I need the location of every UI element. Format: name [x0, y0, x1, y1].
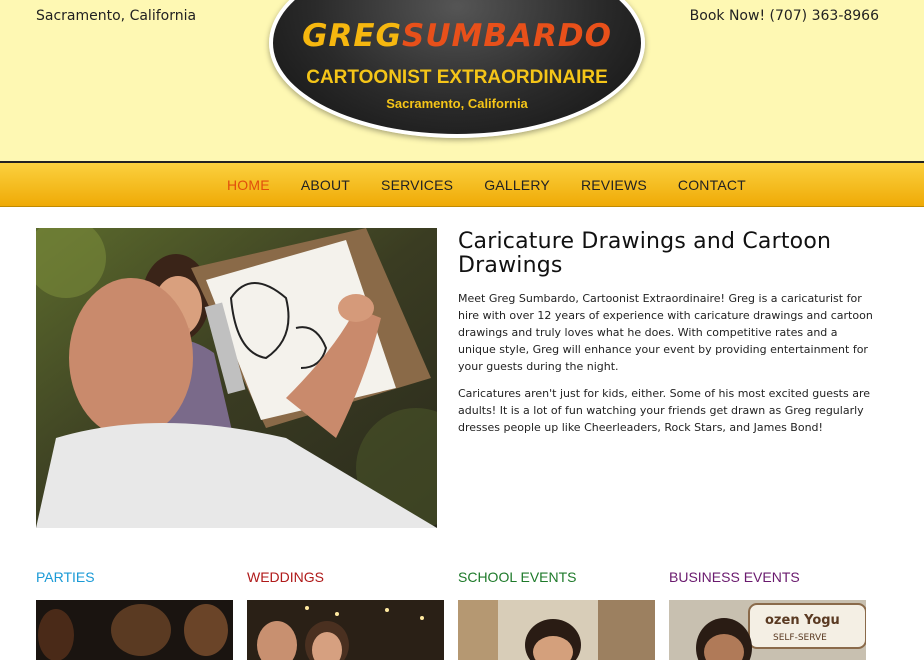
- nav-item-contact[interactable]: CONTACT: [678, 177, 746, 193]
- logo-tagline: CARTOONIST EXTRAORDINAIRE: [306, 67, 608, 88]
- booking-phone-link[interactable]: Book Now! (707) 363-8966: [690, 8, 879, 24]
- category-parties[interactable]: PARTIES: [36, 569, 233, 660]
- category-weddings[interactable]: WEDDINGS: [247, 569, 444, 660]
- sign-text-line2: SELF-SERVE: [773, 633, 827, 643]
- nav-item-gallery[interactable]: GALLERY: [484, 177, 550, 193]
- header-location: Sacramento, California: [36, 8, 197, 24]
- hero-photo: [36, 228, 437, 528]
- logo-name: GREGSUMBARDO: [273, 18, 641, 54]
- site-header: Sacramento, California Book Now! (707) 3…: [0, 0, 924, 162]
- nav-item-home[interactable]: HOME: [227, 177, 270, 193]
- logo-last-name: SUMBARDO: [402, 18, 612, 54]
- nav-item-reviews[interactable]: REVIEWS: [581, 177, 647, 193]
- category-photo-weddings[interactable]: [247, 600, 444, 660]
- logo-city: Sacramento, California: [386, 96, 528, 111]
- nav-item-about[interactable]: ABOUT: [301, 177, 350, 193]
- intro-section: Caricature Drawings and Cartoon Drawings…: [458, 230, 878, 436]
- logo-first-name: GREG: [302, 18, 402, 54]
- category-photo-parties[interactable]: [36, 600, 233, 660]
- category-title-school-events[interactable]: SCHOOL EVENTS: [458, 569, 655, 585]
- main-nav: HOME ABOUT SERVICES GALLERY REVIEWS CONT…: [0, 161, 924, 207]
- category-title-weddings[interactable]: WEDDINGS: [247, 569, 444, 585]
- category-school-events[interactable]: SCHOOL EVENTS: [458, 569, 655, 660]
- sign-text-line1: ozen Yogu: [765, 613, 840, 628]
- site-logo[interactable]: GREGSUMBARDO CARTOONIST EXTRAORDINAIRE S…: [269, 0, 645, 138]
- nav-item-services[interactable]: SERVICES: [381, 177, 453, 193]
- page-heading: Caricature Drawings and Cartoon Drawings: [458, 229, 832, 278]
- category-title-business-events[interactable]: BUSINESS EVENTS: [669, 569, 866, 585]
- category-photo-business-events[interactable]: ozen Yogu SELF-SERVE: [669, 600, 866, 660]
- category-title-parties[interactable]: PARTIES: [36, 569, 233, 585]
- category-business-events[interactable]: BUSINESS EVENTS ozen Yogu SELF-SERVE: [669, 569, 866, 660]
- category-photo-school-events[interactable]: [458, 600, 655, 660]
- intro-paragraph-2: Caricatures aren't just for kids, either…: [458, 387, 871, 434]
- intro-paragraph-1: Meet Greg Sumbardo, Cartoonist Extraordi…: [458, 292, 873, 373]
